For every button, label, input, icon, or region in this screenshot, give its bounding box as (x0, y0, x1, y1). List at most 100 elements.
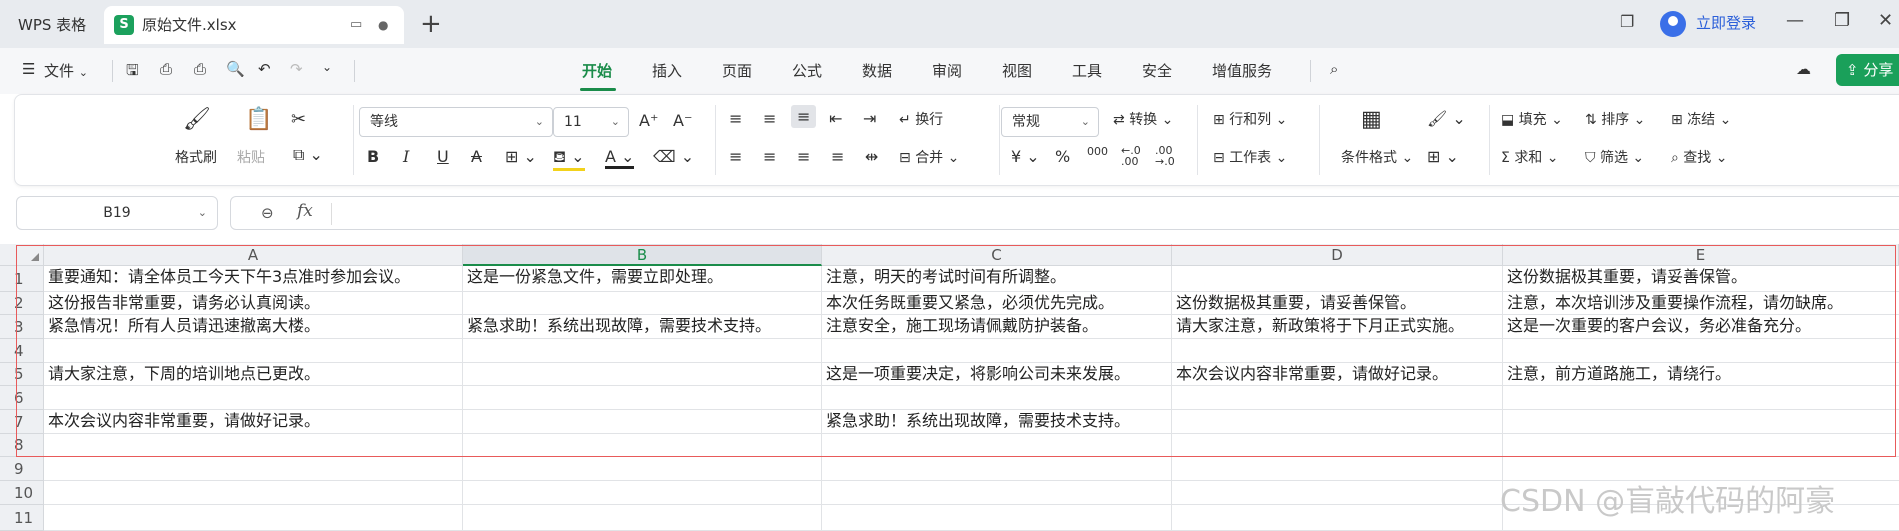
cell-c1[interactable]: 注意，明天的考试时间有所调整。 (822, 266, 1171, 288)
currency-button[interactable]: ¥ ⌄ (1011, 147, 1040, 166)
row-header-5[interactable]: 5 (0, 363, 44, 386)
fill-color-icon[interactable]: ⛾ ⌄ (553, 147, 585, 171)
filter-button[interactable]: ⛉ 筛选 ⌄ (1585, 147, 1644, 167)
tab-home[interactable]: 开始 (582, 60, 612, 81)
cell-e3[interactable]: 这是一次重要的客户会议，务必准备充分。 (1503, 315, 1898, 337)
rows-cols-button[interactable]: ⊞ 行和列 ⌄ (1213, 109, 1287, 129)
underline-button[interactable]: U (437, 147, 449, 166)
cell-d5[interactable]: 本次会议内容非常重要，请做好记录。 (1172, 363, 1502, 385)
cell-a5[interactable]: 请大家注意，下周的培训地点已更改。 (44, 363, 462, 385)
cell-c3[interactable]: 注意安全，施工现场请佩戴防护装备。 (822, 315, 1171, 337)
conditional-format-icon[interactable]: ▦ (1361, 107, 1382, 132)
find-button[interactable]: ⌕ 查找 ⌄ (1671, 147, 1727, 167)
more-chevron-icon[interactable]: ⌄ (322, 60, 332, 74)
save-icon[interactable]: 🖫 (126, 60, 139, 85)
percent-button[interactable]: % (1055, 147, 1070, 166)
strikethrough-button[interactable]: A (471, 147, 482, 166)
conditional-format-button[interactable]: 条件格式 ⌄ (1341, 147, 1413, 167)
format-painter-icon[interactable]: 🖌 (183, 107, 211, 132)
align-bottom-icon[interactable]: ≡ (791, 105, 817, 128)
column-header-c[interactable]: C (822, 244, 1172, 266)
new-tab-button[interactable]: + (420, 6, 442, 42)
number-format-select[interactable]: 常规 ⌄ (1001, 107, 1099, 137)
row-header-10[interactable]: 10 (0, 481, 44, 505)
align-middle-icon[interactable]: ≡ (763, 109, 776, 128)
align-center-icon[interactable]: ≡ (763, 147, 776, 166)
cell-b3[interactable]: 紧急求助！系统出现故障，需要技术支持。 (463, 315, 821, 337)
export-pdf-icon[interactable]: ⎙ (160, 60, 172, 78)
bold-button[interactable]: B (367, 147, 379, 166)
tab-file[interactable]: S 原始文件.xlsx ▭ ● (104, 6, 404, 44)
row-header-7[interactable]: 7 (0, 410, 44, 434)
cell-b1[interactable]: 这是一份紧急文件，需要立即处理。 (463, 266, 821, 288)
border-icon[interactable]: ⊞ ⌄ (505, 147, 537, 166)
tab-data[interactable]: 数据 (862, 60, 892, 81)
freeze-button[interactable]: ⊞ 冻结 ⌄ (1671, 109, 1731, 129)
cell-a7[interactable]: 本次会议内容非常重要，请做好记录。 (44, 410, 462, 432)
justify-icon[interactable]: ≡ (831, 147, 844, 166)
unsaved-dot-icon[interactable]: ● (378, 6, 388, 44)
cell-a2[interactable]: 这份报告非常重要，请务必认真阅读。 (44, 292, 462, 314)
tab-wps-home[interactable]: WPS 表格 (8, 8, 98, 42)
column-header-a[interactable]: A (44, 244, 463, 266)
sort-button[interactable]: ⇅ 排序 ⌄ (1585, 109, 1645, 129)
redo-icon[interactable]: ↷ (290, 60, 303, 78)
decrease-indent-icon[interactable]: ⇤ (829, 109, 842, 128)
convert-button[interactable]: ⇄ 转换 ⌄ (1113, 109, 1173, 129)
column-header-e[interactable]: E (1503, 244, 1899, 266)
print-preview-icon[interactable]: 🔍 (226, 60, 245, 78)
paste-button[interactable]: 粘贴 (237, 147, 265, 167)
formula-input[interactable]: ⊖ fx (230, 196, 1899, 230)
borders-icon[interactable]: ⊞ ⌄ (1427, 147, 1459, 166)
cloud-icon[interactable]: ☁ (1796, 60, 1811, 78)
cell-a3[interactable]: 紧急情况！所有人员请迅速撤离大楼。 (44, 315, 462, 337)
hamburger-icon[interactable]: ☰ (22, 60, 35, 78)
tab-page[interactable]: 页面 (722, 60, 752, 81)
cell-c7[interactable]: 紧急求助！系统出现故障，需要技术支持。 (822, 410, 1171, 432)
tab-view[interactable]: 视图 (1002, 60, 1032, 81)
cell-c5[interactable]: 这是一项重要决定，将影响公司未来发展。 (822, 363, 1171, 385)
share-button[interactable]: ⇪ 分享 (1836, 54, 1899, 86)
row-header-6[interactable]: 6 (0, 386, 44, 410)
name-box[interactable]: B19 ⌄ (16, 196, 218, 230)
close-button[interactable]: ✕ (1878, 10, 1893, 31)
fx-icon[interactable]: fx (297, 201, 313, 221)
tab-insert[interactable]: 插入 (652, 60, 682, 81)
select-all-corner[interactable] (0, 244, 44, 266)
decrease-decimal-button[interactable]: .00 →.0 (1155, 145, 1187, 167)
increase-decimal-button[interactable]: ←.0 .00 (1121, 145, 1153, 167)
paste-icon[interactable]: 📋 (245, 107, 272, 132)
row-header-3[interactable]: 3 (0, 315, 44, 339)
file-menu[interactable]: 文件 ⌄ (44, 60, 88, 81)
increase-font-icon[interactable]: A⁺ (639, 111, 658, 130)
row-header-1[interactable]: 1 (0, 266, 44, 292)
zoom-icon[interactable]: ⊖ (261, 204, 274, 222)
cell-e1[interactable]: 这份数据极其重要，请妥善保管。 (1503, 266, 1898, 288)
cell-style-icon[interactable]: 🖌 ⌄ (1427, 109, 1466, 128)
decrease-font-icon[interactable]: A⁻ (673, 111, 692, 130)
merge-button[interactable]: ⊟ 合并 ⌄ (899, 147, 959, 167)
cell-d3[interactable]: 请大家注意，新政策将于下月正式实施。 (1172, 315, 1502, 337)
wrap-text-button[interactable]: ↵ 换行 (899, 109, 943, 129)
login-link[interactable]: 立即登录 (1696, 12, 1756, 33)
cell-e2[interactable]: 注意，本次培训涉及重要操作流程，请勿缺席。 (1503, 292, 1898, 314)
format-painter-button[interactable]: 格式刷 (175, 147, 217, 167)
print-icon[interactable]: ⎙ (194, 60, 206, 78)
restore-button[interactable]: ❐ (1834, 10, 1850, 31)
column-header-b[interactable]: B (463, 244, 822, 266)
align-right-icon[interactable]: ≡ (797, 147, 810, 166)
increase-indent-icon[interactable]: ⇥ (863, 109, 876, 128)
copy-icon[interactable]: ⧉ ⌄ (293, 145, 323, 165)
column-header-d[interactable]: D (1172, 244, 1503, 266)
cell-e5[interactable]: 注意，前方道路施工，请绕行。 (1503, 363, 1898, 385)
row-header-2[interactable]: 2 (0, 292, 44, 315)
window-layout-icon[interactable]: ❐ (1620, 12, 1634, 31)
tab-formula[interactable]: 公式 (792, 60, 822, 81)
align-left-icon[interactable]: ≡ (729, 147, 742, 166)
distribute-icon[interactable]: ⇹ (865, 147, 878, 166)
search-icon[interactable]: ⌕ (1330, 60, 1338, 78)
italic-button[interactable]: I (403, 147, 409, 166)
row-header-4[interactable]: 4 (0, 339, 44, 363)
tab-tools[interactable]: 工具 (1072, 60, 1102, 81)
cell-a1[interactable]: 重要通知：请全体员工今天下午3点准时参加会议。 (44, 266, 462, 288)
